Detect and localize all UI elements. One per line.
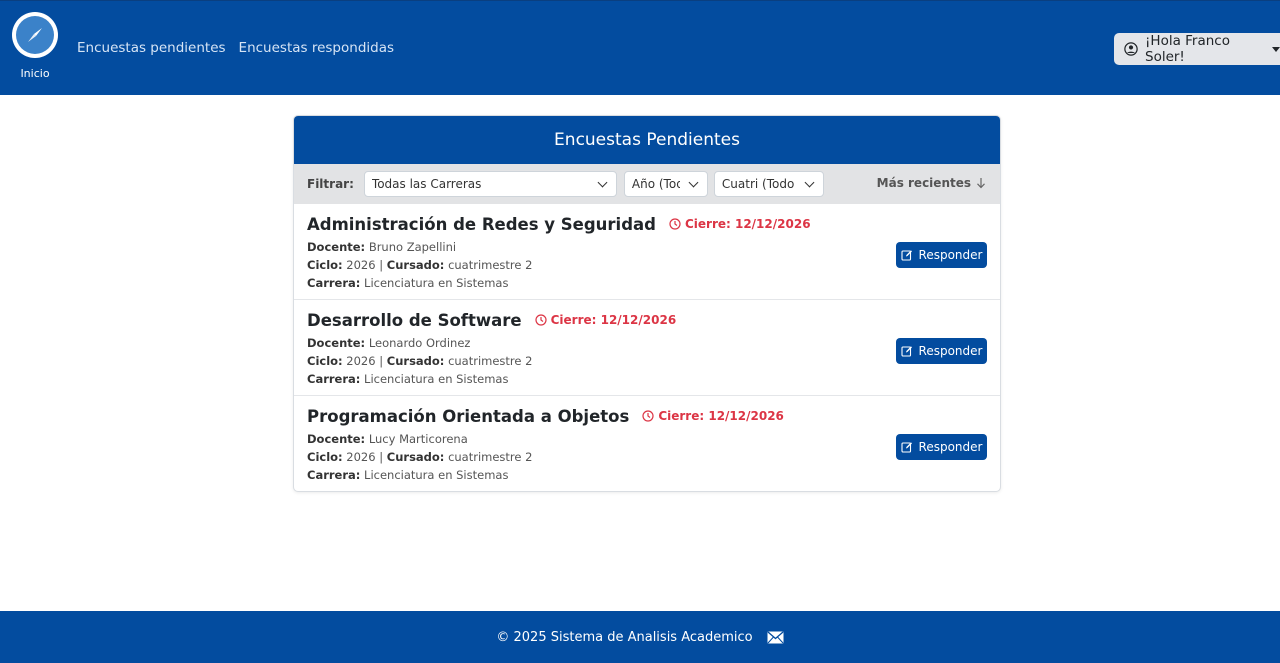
filter-label: Filtrar:: [307, 177, 354, 191]
cursado-label: Cursado:: [386, 450, 445, 464]
filter-bar: Filtrar: Todas las Carreras Año (Todos) …: [294, 164, 1000, 204]
list-item: Desarrollo de Software Cierre: 12/12/202…: [294, 300, 1000, 396]
carrera-value: Licenciatura en Sistemas: [364, 468, 509, 482]
sort-label: Más recientes: [876, 176, 971, 190]
anio-select-value: Año (Todos): [631, 177, 680, 191]
cursado-label: Cursado:: [386, 258, 445, 272]
docente-value: Bruno Zapellini: [368, 240, 457, 254]
responder-button[interactable]: Responder: [896, 338, 987, 364]
user-circle-icon: [1124, 42, 1138, 56]
responder-label: Responder: [918, 248, 983, 262]
docente-label: Docente:: [307, 432, 366, 446]
ciclo-label: Ciclo:: [307, 354, 343, 368]
user-greeting: ¡Hola Franco Soler!: [1145, 33, 1230, 65]
cursado-value: cuatrimestre 2: [448, 450, 533, 464]
materia-title: Desarrollo de Software: [307, 310, 522, 330]
responder-button[interactable]: Responder: [896, 434, 987, 460]
edit-icon: [900, 442, 912, 453]
docente-value: Lucy Marticorena: [368, 432, 468, 446]
user-menu-button[interactable]: ¡Hola Franco Soler!: [1114, 33, 1280, 65]
compass-logo-icon[interactable]: [12, 12, 58, 58]
cierre-text: Cierre: 12/12/2026: [550, 313, 677, 327]
ciclo-label: Ciclo:: [307, 258, 343, 272]
arrow-down-icon: [977, 178, 985, 189]
responder-button[interactable]: Responder: [896, 242, 987, 268]
envelope-icon[interactable]: [767, 631, 784, 644]
cierre-text: Cierre: 12/12/2026: [658, 409, 784, 423]
caret-down-icon: [1272, 46, 1280, 52]
responder-label: Responder: [918, 440, 983, 454]
clock-icon: [669, 218, 681, 230]
ciclo-value: 2026: [346, 450, 376, 464]
docente-label: Docente:: [307, 240, 366, 254]
docente-value: Leonardo Ordinez: [368, 336, 471, 350]
cursado-value: cuatrimestre 2: [448, 258, 533, 272]
sort-button[interactable]: Más recientes: [877, 176, 986, 190]
materia-title: Programación Orientada a Objetos: [307, 406, 630, 426]
carreras-select[interactable]: Todas las Carreras: [363, 171, 617, 197]
ciclo-value: 2026: [346, 354, 376, 368]
card-title: Encuestas Pendientes: [294, 116, 1000, 164]
encuestas-card: Encuestas Pendientes Filtrar: Todas las …: [293, 115, 1001, 492]
cursado-label: Cursado:: [386, 354, 445, 368]
carrera-value: Licenciatura en Sistemas: [364, 372, 509, 386]
carrera-label: Carrera:: [307, 276, 361, 290]
carrera-value: Licenciatura en Sistemas: [364, 276, 509, 290]
edit-icon: [900, 346, 912, 357]
clock-icon: [642, 410, 654, 422]
docente-label: Docente:: [307, 336, 366, 350]
cierre-badge: Cierre: 12/12/2026: [669, 217, 811, 231]
nav-encuestas-respondidas[interactable]: Encuestas respondidas: [239, 40, 394, 56]
list-item: Programación Orientada a Objetos Cierre:…: [294, 396, 1000, 491]
materia-title: Administración de Redes y Seguridad: [307, 214, 656, 234]
chevron-down-icon: [597, 177, 608, 188]
chevron-down-icon: [804, 177, 815, 188]
home-label[interactable]: Inicio: [12, 67, 58, 80]
responder-label: Responder: [918, 344, 983, 358]
chevron-down-icon: [688, 177, 699, 188]
navbar: Inicio Encuestas pendientes Encuestas re…: [0, 0, 1280, 95]
footer-text: © 2025 Sistema de Analisis Academico: [496, 629, 753, 645]
nav-encuestas-pendientes[interactable]: Encuestas pendientes: [77, 40, 226, 56]
cuatri-select[interactable]: Cuatri (Todos): [713, 171, 824, 197]
edit-icon: [900, 250, 912, 261]
carreras-select-value: Todas las Carreras: [371, 177, 482, 191]
list-item: Administración de Redes y Seguridad Cier…: [294, 204, 1000, 300]
nav-links: Encuestas pendientes Encuestas respondid…: [77, 40, 394, 56]
carrera-label: Carrera:: [307, 468, 361, 482]
footer: © 2025 Sistema de Analisis Academico: [0, 611, 1280, 663]
cursado-value: cuatrimestre 2: [448, 354, 533, 368]
carrera-label: Carrera:: [307, 372, 361, 386]
cierre-badge: Cierre: 12/12/2026: [642, 409, 784, 423]
ciclo-value: 2026: [346, 258, 376, 272]
ciclo-label: Ciclo:: [307, 450, 343, 464]
clock-icon: [534, 314, 547, 326]
cuatri-select-value: Cuatri (Todos): [721, 177, 794, 191]
home-link[interactable]: Inicio: [12, 12, 58, 80]
cierre-text: Cierre: 12/12/2026: [684, 217, 811, 231]
anio-select[interactable]: Año (Todos): [623, 171, 708, 197]
cierre-badge: Cierre: 12/12/2026: [534, 313, 677, 327]
